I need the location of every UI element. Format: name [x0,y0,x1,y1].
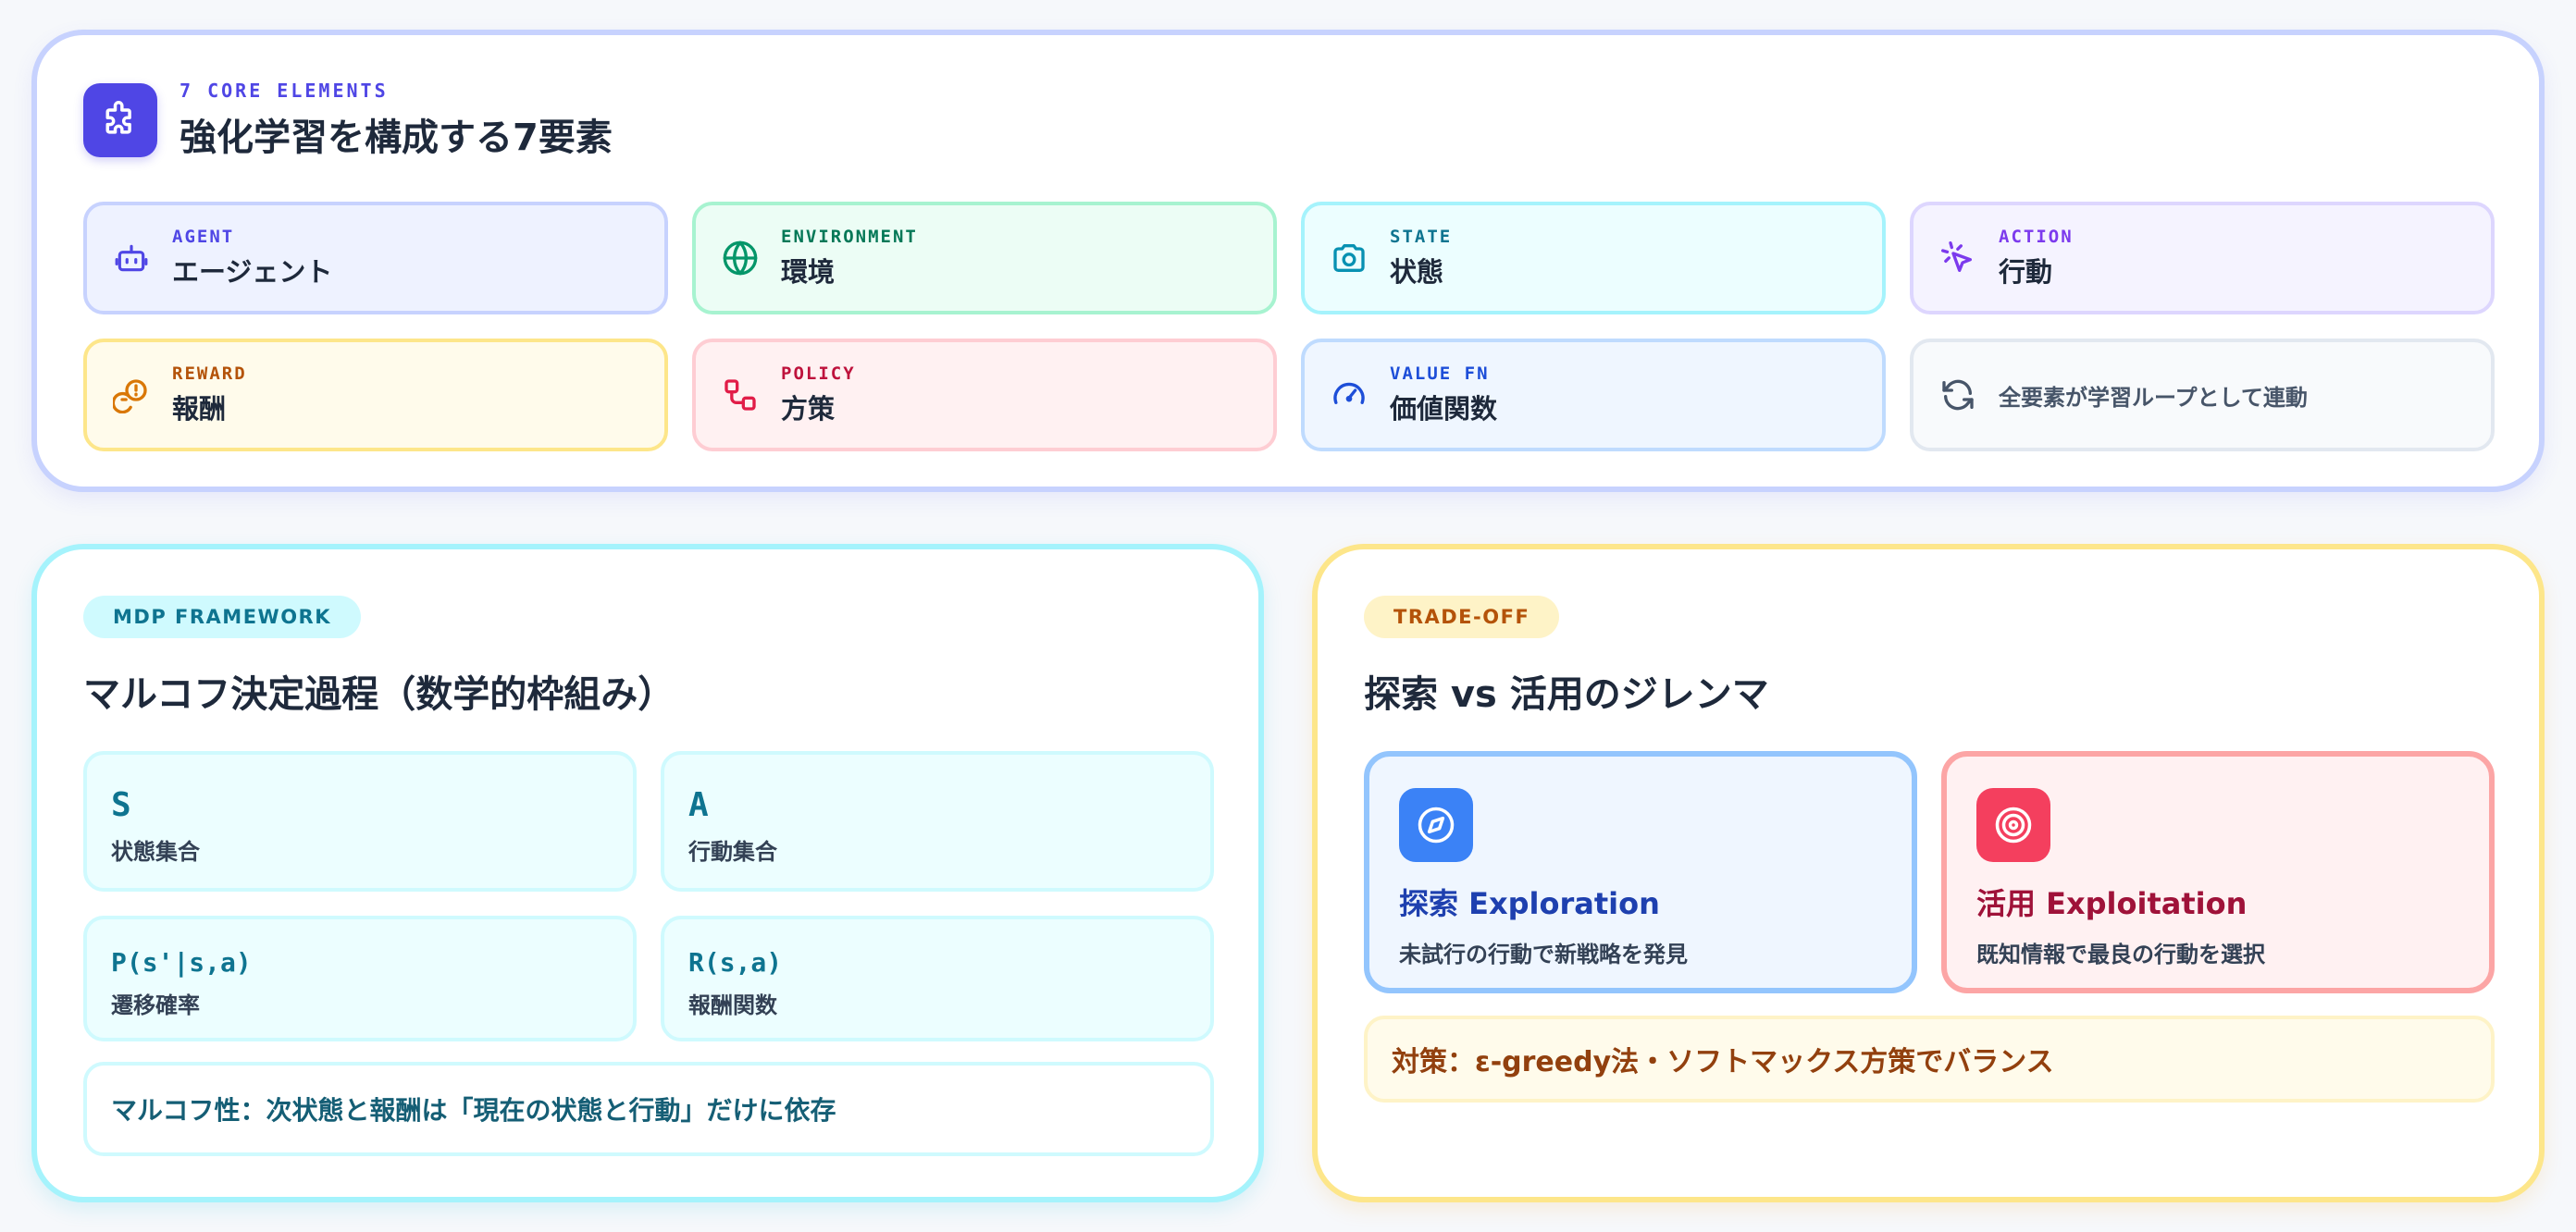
core-elements-eyebrow: 7 CORE ELEMENTS [180,80,389,102]
exploitation-desc: 既知情報で最良の行動を選択 [1976,942,2265,967]
camera-icon [1329,238,1369,278]
mdp-symbol: A [688,786,709,824]
tradeoff-grid: 探索 Exploration 未試行の行動で新戦略を発見 活用 Exploita… [1364,751,2495,993]
element-name: 状態 [1390,256,1444,288]
element-name: エージェント [172,256,333,288]
route-icon [720,375,761,415]
mdp-grid: S 状態集合 A 行動集合 P(s'|s,a) 遷移確率 R(s,a) 報酬関数 [83,751,1214,1041]
coins-icon [111,375,152,415]
element-card-value-fn: VALUE FN 価値関数 [1301,339,1886,451]
mdp-title: マルコフ決定過程（数学的枠組み） [83,673,675,716]
exploitation-card: 活用 Exploitation 既知情報で最良の行動を選択 [1941,751,2495,993]
element-code: POLICY [781,363,856,384]
element-grid: AGENT エージェント ENVIRONMENT 環境 STATE 状態 ACT… [83,202,2495,451]
refresh-icon [1938,375,1978,415]
element-name: 方策 [781,393,836,425]
tradeoff-title: 探索 vs 活用のジレンマ [1364,673,1769,716]
element-card-state: STATE 状態 [1301,202,1886,314]
element-code: AGENT [172,227,235,247]
element-name: 環境 [781,256,836,288]
cursor-click-icon [1938,238,1978,278]
element-name: 価値関数 [1390,393,1498,425]
markov-property-note: マルコフ性：次状態と報酬は「現在の状態と行動」だけに依存 [83,1062,1214,1156]
mdp-item-actions: A 行動集合 [661,751,1214,892]
element-code: STATE [1390,227,1453,247]
element-card-agent: AGENT エージェント [83,202,668,314]
exploitation-title: 活用 Exploitation [1976,886,2248,921]
mdp-symbol: S [111,786,131,824]
mdp-item-transition: P(s'|s,a) 遷移確率 [83,916,637,1041]
mdp-symbol: R(s,a) [688,947,783,978]
element-card-environment: ENVIRONMENT 環境 [692,202,1277,314]
element-card-policy: POLICY 方策 [692,339,1277,451]
globe-icon [720,238,761,278]
mdp-symbol: P(s'|s,a) [111,947,252,978]
mdp-item-states: S 状態集合 [83,751,637,892]
mdp-label: 遷移確率 [111,992,200,1018]
element-code: REWARD [172,363,247,384]
compass-icon [1399,788,1473,862]
exploration-card: 探索 Exploration 未試行の行動で新戦略を発見 [1364,751,1917,993]
element-card-reward: REWARD 報酬 [83,339,668,451]
core-elements-card: 7 CORE ELEMENTS 強化学習を構成する7要素 AGENT エージェン… [31,30,2545,492]
loop-text: 全要素が学習ループとして連動 [1999,384,2308,411]
mdp-item-reward-fn: R(s,a) 報酬関数 [661,916,1214,1041]
element-card-loop: 全要素が学習ループとして連動 [1910,339,2495,451]
puzzle-icon [83,83,157,157]
element-name: 報酬 [172,393,227,425]
mdp-label: 行動集合 [688,839,777,865]
mdp-label: 状態集合 [111,839,200,865]
element-code: VALUE FN [1390,363,1490,384]
element-code: ENVIRONMENT [781,227,918,247]
mdp-card: MDP FRAMEWORK マルコフ決定過程（数学的枠組み） S 状態集合 A … [31,544,1264,1202]
element-code: ACTION [1999,227,2074,247]
tradeoff-card: TRADE-OFF 探索 vs 活用のジレンマ 探索 Exploration 未… [1312,544,2545,1202]
gauge-icon [1329,375,1369,415]
target-icon [1976,788,2050,862]
robot-icon [111,238,152,278]
solution-note: 対策：ε-greedy法・ソフトマックス方策でバランス [1364,1016,2495,1103]
element-card-action: ACTION 行動 [1910,202,2495,314]
element-name: 行動 [1999,256,2053,288]
core-elements-header: 7 CORE ELEMENTS 強化学習を構成する7要素 [83,80,613,159]
mdp-tag: MDP FRAMEWORK [83,596,362,638]
mdp-label: 報酬関数 [688,992,777,1018]
tradeoff-tag: TRADE-OFF [1364,596,1560,638]
core-elements-title: 強化学習を構成する7要素 [180,117,613,159]
exploration-title: 探索 Exploration [1399,886,1660,921]
exploration-desc: 未試行の行動で新戦略を発見 [1399,942,1688,967]
